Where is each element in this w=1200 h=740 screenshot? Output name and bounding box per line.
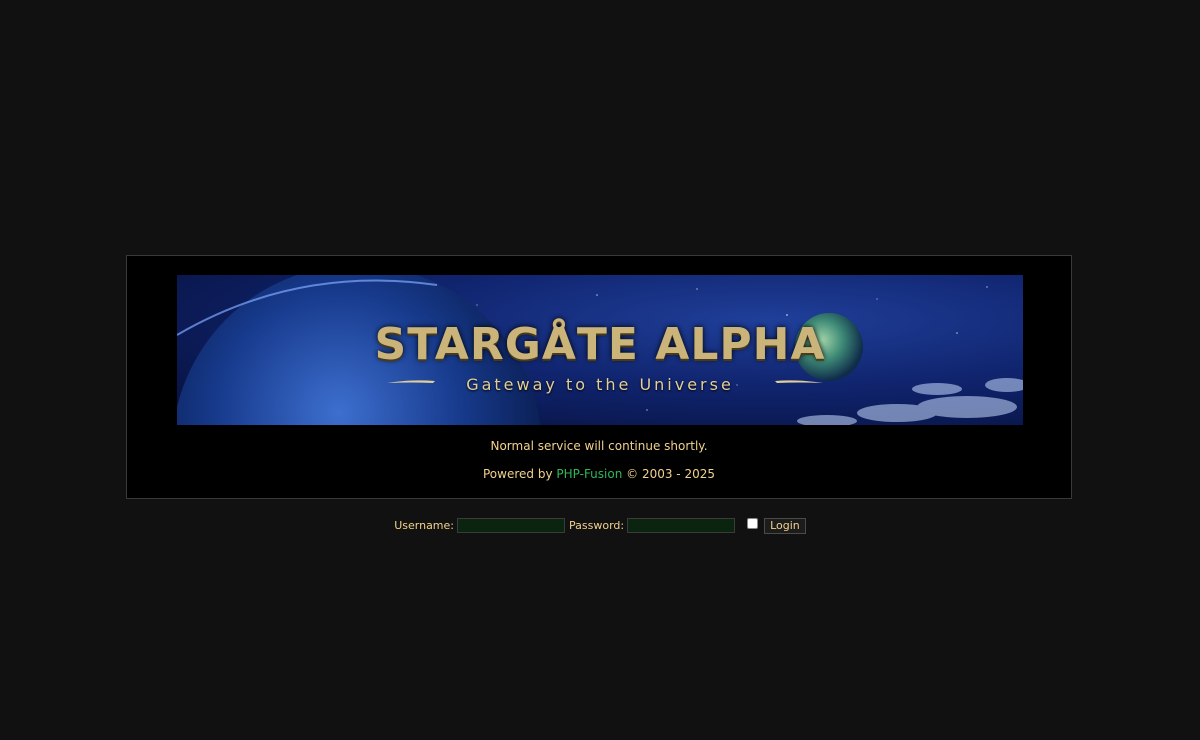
login-form: Username: Password: Login: [0, 514, 1200, 536]
username-input[interactable]: [457, 517, 565, 533]
powered-suffix: © 2003 - 2025: [622, 467, 715, 481]
php-fusion-link[interactable]: PHP-Fusion: [556, 467, 622, 481]
site-banner: STARGÅTE ALPHA Gateway to the Universe: [177, 275, 1023, 425]
remember-me-checkbox[interactable]: [747, 517, 759, 529]
username-label: Username:: [394, 518, 454, 532]
maintenance-message: Normal service will continue shortly.: [490, 439, 708, 453]
powered-prefix: Powered by: [483, 467, 557, 481]
password-input[interactable]: [627, 517, 736, 533]
maintenance-panel: STARGÅTE ALPHA Gateway to the Universe N…: [126, 255, 1072, 499]
banner-title: STARGÅTE ALPHA: [374, 319, 826, 370]
password-label: Password:: [569, 518, 625, 532]
login-button[interactable]: Login: [764, 518, 806, 534]
powered-by: Powered by PHP-Fusion © 2003 - 2025: [127, 467, 1071, 481]
banner-tagline: Gateway to the Universe: [466, 375, 734, 394]
